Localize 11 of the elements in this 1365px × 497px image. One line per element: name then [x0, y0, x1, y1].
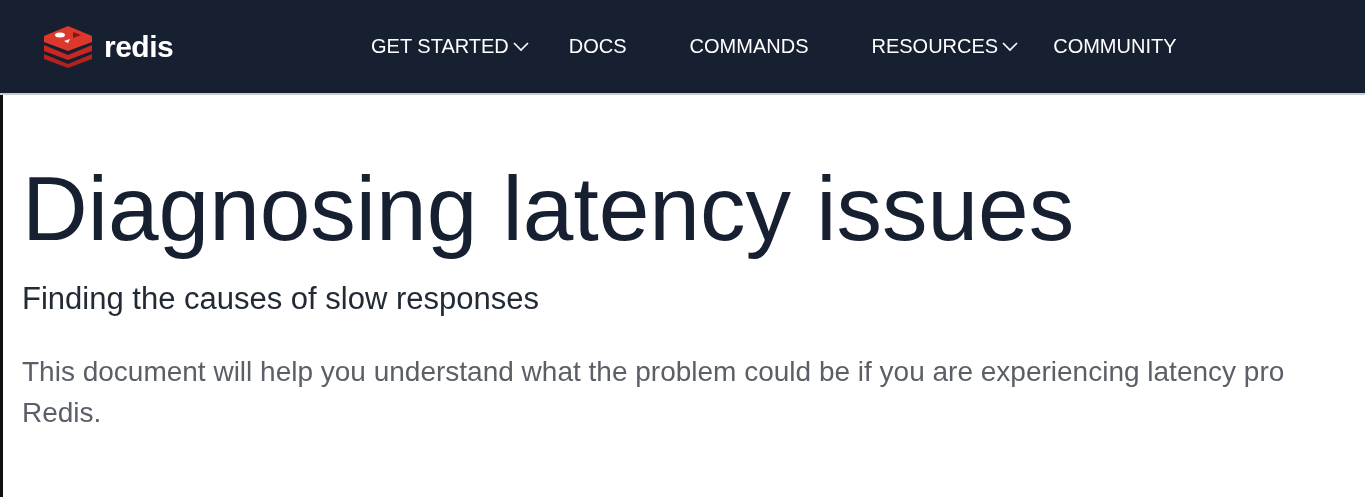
chevron-down-icon: [1002, 41, 1019, 52]
nav-link[interactable]: COMMUNITY: [1053, 35, 1177, 58]
nav-link[interactable]: DOCS: [568, 35, 627, 58]
chevron-down-icon: [512, 41, 529, 52]
logo-wordmark[interactable]: redis: [104, 29, 174, 64]
nav-link[interactable]: RESOURCES: [871, 35, 1019, 58]
nav-link[interactable]: GET STARTED: [371, 35, 529, 58]
nav-link[interactable]: COMMANDS: [689, 35, 809, 58]
page-subtitle: Finding the causes of slow responses: [22, 281, 540, 318]
intro-paragraph: This document will help you understand what the problem could be if you are experiencing latency pro Redis.: [22, 355, 1286, 431]
page-title: Diagnosing latency issues: [22, 159, 1076, 260]
